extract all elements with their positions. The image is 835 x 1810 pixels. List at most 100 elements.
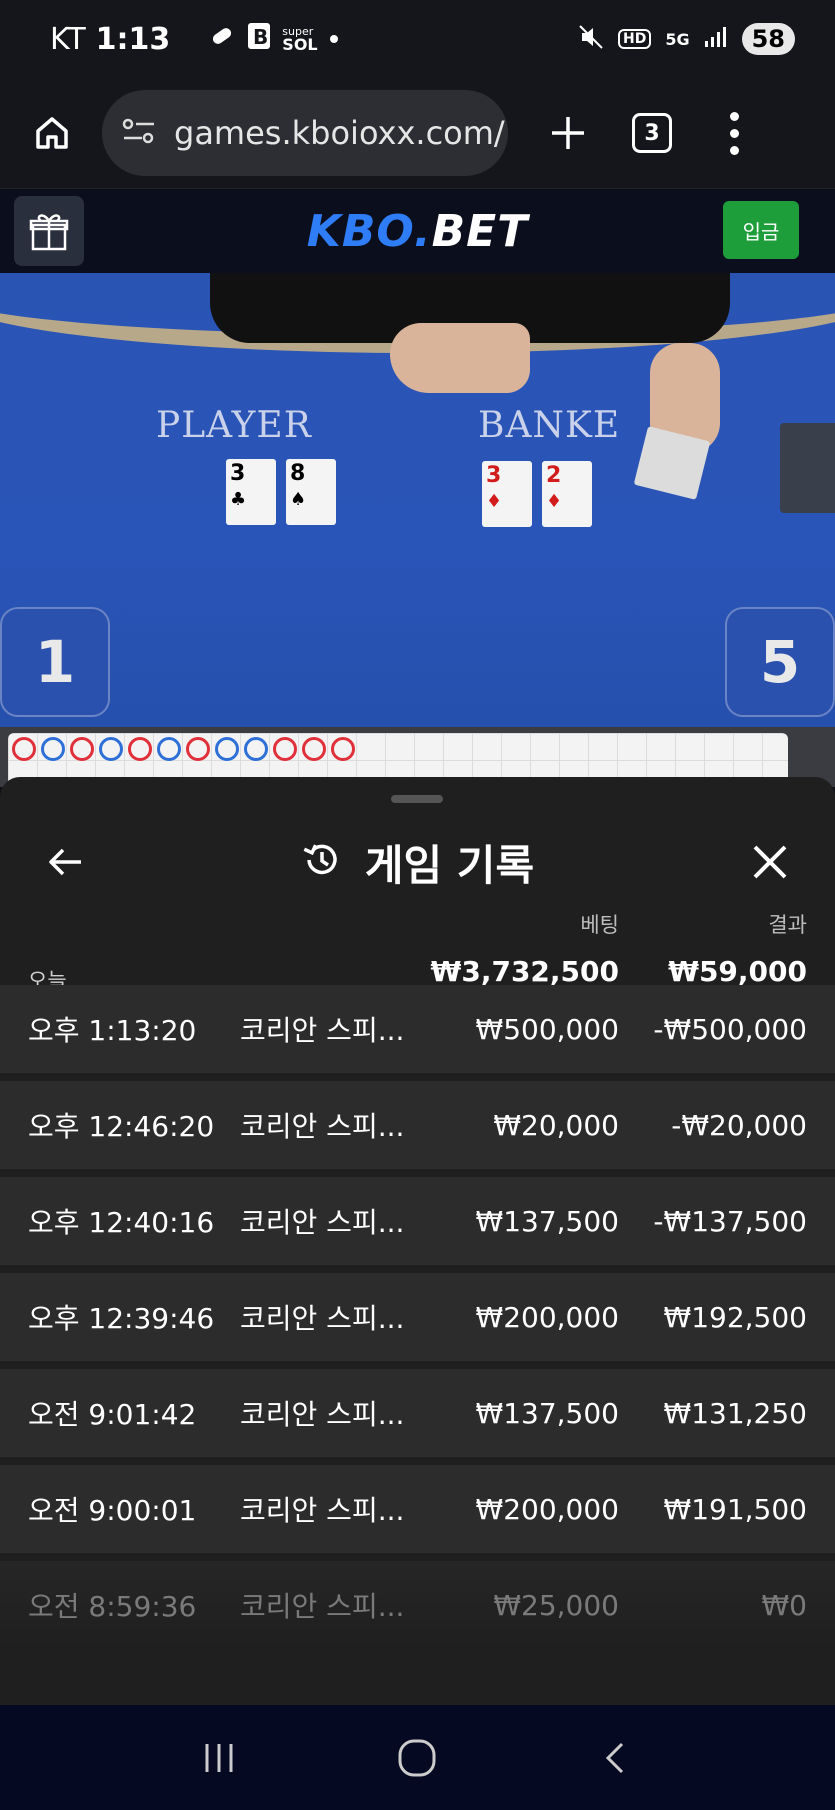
- row-game: 코리안 스피...: [240, 1110, 405, 1143]
- history-row[interactable]: 오후 12:46:20 코리안 스피... ₩20,000 -₩20,000: [0, 1081, 835, 1169]
- row-result: -₩20,000: [671, 1108, 807, 1142]
- banker-bead: [70, 737, 94, 761]
- banker-bead: [128, 737, 152, 761]
- history-row[interactable]: 오전 9:01:42 코리안 스피... ₩137,500 ₩131,250: [0, 1369, 835, 1457]
- history-summary: 베팅 결과 오늘 ₩3,732,500 ₩59,000: [0, 897, 835, 997]
- row-bet: ₩25,000: [493, 1588, 619, 1622]
- sheet-drag-handle[interactable]: [391, 795, 443, 803]
- banker-bead: [331, 737, 355, 761]
- sheet-header: 게임 기록: [0, 817, 835, 907]
- banker-card-2: 2 ♦: [542, 461, 592, 527]
- more-menu-icon[interactable]: [724, 111, 744, 155]
- site-settings-icon[interactable]: [122, 117, 156, 149]
- row-result: -₩137,500: [653, 1204, 807, 1238]
- card-suit: ♠: [290, 489, 307, 510]
- banker-bead: [12, 737, 36, 761]
- row-bet: ₩200,000: [475, 1492, 619, 1526]
- history-row[interactable]: 오후 1:13:20 코리안 스피... ₩500,000 -₩500,000: [0, 985, 835, 1073]
- banker-bead: [302, 737, 326, 761]
- history-row[interactable]: 오후 12:39:46 코리안 스피... ₩200,000 ₩192,500: [0, 1273, 835, 1361]
- card-suit: ♣: [230, 489, 247, 510]
- home-icon: [36, 117, 68, 149]
- chevron-left-icon: [605, 1742, 623, 1773]
- row-bet: ₩137,500: [475, 1204, 619, 1238]
- live-video[interactable]: PLAYER BANKE 3 ♣ 8 ♠ 3 ♦ 2 ♦ 1 5: [0, 273, 835, 727]
- battery-indicator: 58: [741, 23, 795, 55]
- left-number-tab: 1: [0, 607, 110, 717]
- b-app-icon: B: [248, 23, 271, 55]
- card-suit: ♦: [486, 491, 503, 512]
- total-result: ₩59,000: [668, 955, 807, 988]
- right-number-tab: 5: [725, 607, 835, 717]
- deposit-button[interactable]: 입금: [723, 201, 799, 259]
- super-sol-icon: super SOL: [282, 26, 317, 53]
- card-rank: 3: [230, 461, 246, 486]
- banker-card-1: 3 ♦: [482, 461, 532, 527]
- history-list: 오후 1:13:20 코리안 스피... ₩500,000 -₩500,000 …: [0, 985, 835, 1657]
- svg-text:B: B: [253, 25, 268, 49]
- result-column-header: 결과: [768, 913, 807, 937]
- url-text[interactable]: games.kboioxx.com/: [174, 114, 505, 152]
- history-icon: [301, 839, 343, 885]
- new-tab-button[interactable]: [538, 103, 598, 163]
- site-header: KBO.BET 입금: [0, 188, 835, 273]
- row-time: 오전 9:00:01: [28, 1494, 197, 1527]
- row-game: 코리안 스피...: [240, 1206, 405, 1239]
- banker-area-label: BANKE: [478, 405, 621, 446]
- system-nav-bar: [0, 1705, 835, 1810]
- home-button[interactable]: [22, 103, 82, 163]
- network-5g-icon: 5G: [665, 29, 690, 49]
- player-bead: [244, 737, 268, 761]
- status-bar: KT 1:13 B super SOL HD 5G 58: [0, 0, 835, 78]
- mute-icon: [578, 24, 604, 55]
- row-bet: ₩500,000: [475, 1012, 619, 1046]
- player-bead: [41, 737, 65, 761]
- player-card-1: 3 ♣: [226, 459, 276, 525]
- row-time: 오후 12:40:16: [28, 1206, 215, 1239]
- player-card-2: 8 ♠: [286, 459, 336, 525]
- card-rank: 2: [546, 463, 562, 488]
- row-bet: ₩20,000: [493, 1108, 619, 1142]
- site-logo[interactable]: KBO.BET: [0, 206, 835, 257]
- player-bead: [215, 737, 239, 761]
- back-nav-button[interactable]: [586, 1728, 646, 1788]
- super-sol-bottom-text: SOL: [282, 34, 318, 54]
- row-time: 오후 12:46:20: [28, 1110, 215, 1143]
- row-game: 코리안 스피...: [240, 1302, 405, 1335]
- close-button[interactable]: [745, 837, 795, 887]
- row-game: 코리안 스피...: [240, 1494, 405, 1527]
- row-time: 오후 1:13:20: [28, 1014, 197, 1047]
- row-result: -₩500,000: [653, 1012, 807, 1046]
- recent-apps-button[interactable]: [189, 1728, 249, 1788]
- history-row[interactable]: 오전 9:00:01 코리안 스피... ₩200,000 ₩191,500: [0, 1465, 835, 1553]
- row-result: ₩131,250: [663, 1396, 807, 1430]
- total-bet: ₩3,732,500: [430, 955, 619, 988]
- banker-bead: [186, 737, 210, 761]
- logo-bet-text: BET: [431, 205, 529, 257]
- row-game: 코리안 스피...: [240, 1014, 405, 1047]
- card-rank: 3: [486, 463, 502, 488]
- recent-apps-icon: [205, 1743, 233, 1772]
- tab-switcher-button[interactable]: 3: [632, 113, 672, 153]
- dealer-hand-left: [390, 323, 530, 393]
- row-time: 오전 9:01:42: [28, 1398, 197, 1431]
- history-row[interactable]: 오전 8:59:36 코리안 스피... ₩25,000 ₩0: [0, 1561, 835, 1649]
- row-bet: ₩200,000: [475, 1300, 619, 1334]
- home-circle-icon: [398, 1739, 436, 1776]
- banker-bead: [273, 737, 297, 761]
- sheet-title: 게임 기록: [364, 840, 535, 890]
- signal-icon: [704, 26, 728, 53]
- row-result: ₩0: [761, 1588, 808, 1622]
- carrier-label: KT: [50, 21, 86, 57]
- logo-kbo-text: KBO.: [306, 205, 432, 257]
- home-nav-button[interactable]: [387, 1728, 447, 1788]
- player-bead: [157, 737, 181, 761]
- link-icon: [208, 22, 236, 56]
- history-row[interactable]: 오후 12:40:16 코리안 스피... ₩137,500 -₩137,500: [0, 1177, 835, 1265]
- game-history-sheet: 게임 기록 베팅 결과 오늘 ₩3,732,500 ₩59,000 오후 1:1…: [0, 777, 835, 1705]
- address-bar[interactable]: games.kboioxx.com/: [102, 90, 508, 176]
- card-suit: ♦: [546, 491, 563, 512]
- row-game: 코리안 스피...: [240, 1590, 405, 1623]
- back-button[interactable]: [40, 837, 90, 887]
- clock: 1:13: [95, 21, 171, 57]
